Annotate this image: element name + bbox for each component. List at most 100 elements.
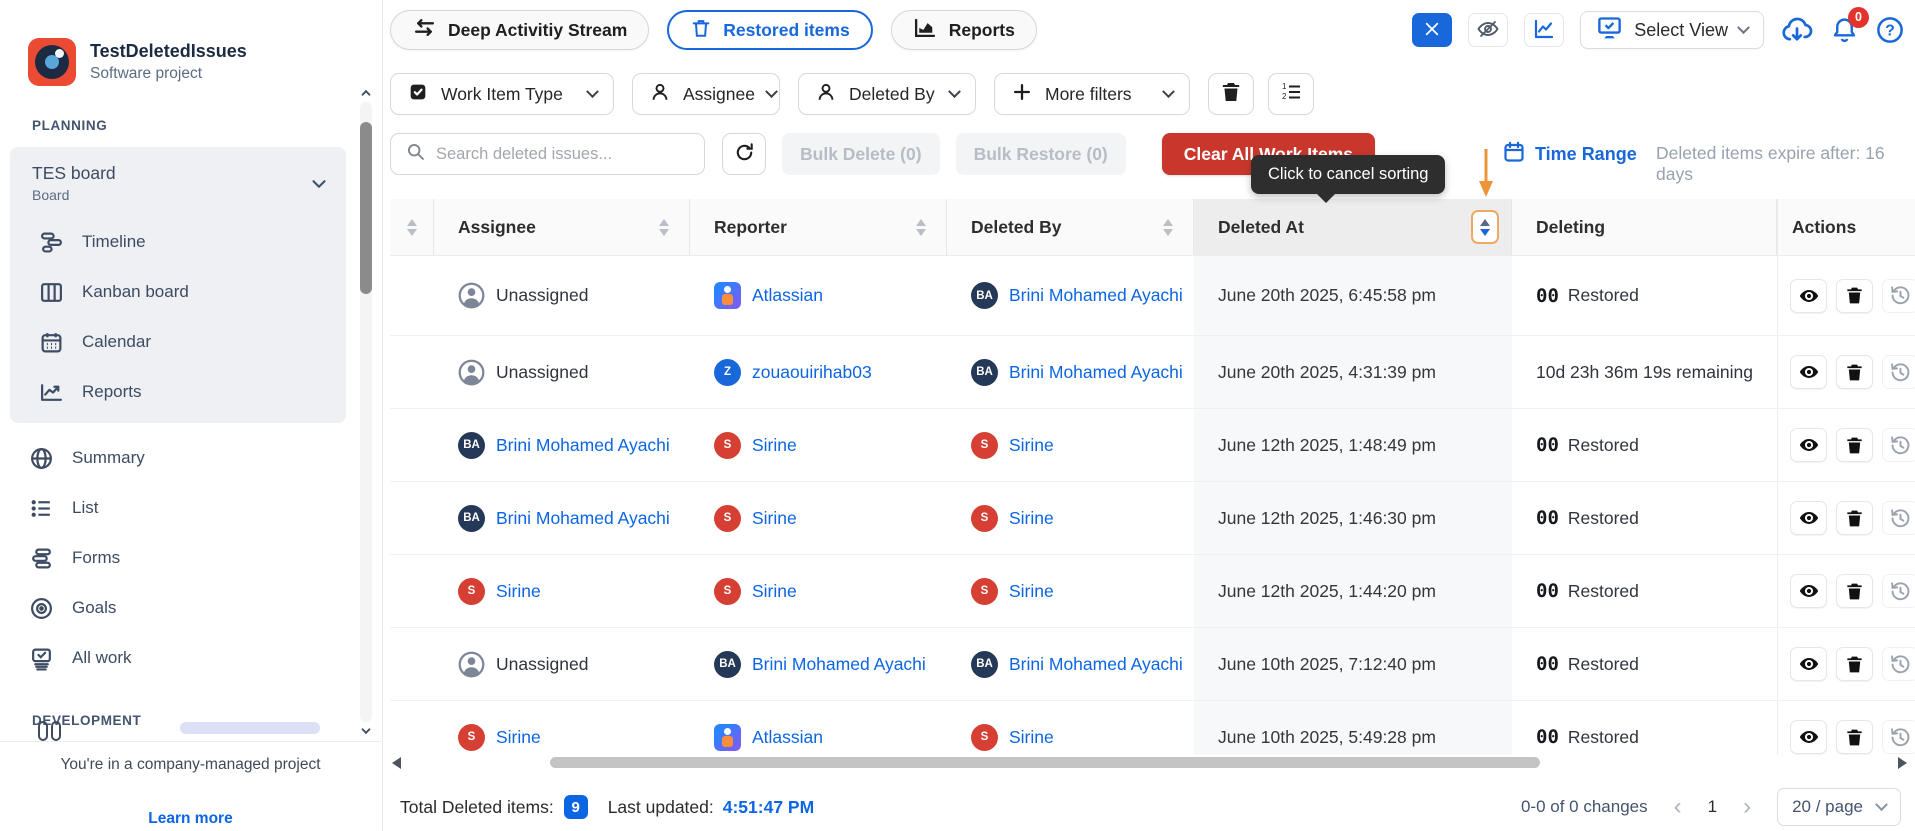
deleted-by-cell: S Sirine: [947, 555, 1194, 627]
deleting-cell: 00 Restored: [1512, 409, 1777, 481]
deleted-by-name[interactable]: Sirine: [1009, 727, 1054, 748]
assignee-filter[interactable]: Assignee: [632, 73, 780, 115]
view-item-button[interactable]: [1790, 574, 1827, 608]
plus-icon: [1011, 81, 1033, 108]
sort-control[interactable]: [659, 219, 669, 236]
refresh-button[interactable]: [722, 133, 766, 175]
sidebar-item-reports[interactable]: Reports: [10, 367, 346, 417]
scroll-left-icon[interactable]: [392, 757, 401, 769]
restored-items-button[interactable]: Restored items: [667, 10, 872, 50]
bulk-delete-button[interactable]: Bulk Delete (0): [782, 133, 940, 175]
avatar: BA: [458, 432, 485, 459]
delete-item-button[interactable]: [1836, 355, 1873, 389]
reporter-name[interactable]: zouaouirihab03: [752, 362, 872, 383]
assignee-cell: S Sirine: [434, 701, 690, 755]
sidebar-scrollbar[interactable]: [359, 86, 373, 738]
sidebar-item-goals[interactable]: Goals: [0, 583, 382, 633]
view-item-button[interactable]: [1790, 428, 1827, 462]
help-button[interactable]: ?: [1875, 15, 1905, 45]
scroll-up-icon[interactable]: [359, 86, 373, 100]
assignee-name[interactable]: Brini Mohamed Ayachi: [496, 508, 670, 529]
board-selector[interactable]: TES board Board: [10, 163, 346, 203]
reporter-name[interactable]: Brini Mohamed Ayachi: [752, 654, 926, 675]
scrollbar-thumb[interactable]: [550, 757, 1540, 768]
monitor-check-icon: [1596, 14, 1623, 46]
time-range-button[interactable]: Time Range: [1502, 140, 1637, 169]
trash-icon: [1844, 508, 1865, 529]
restore-item-button[interactable]: [1882, 428, 1915, 462]
total-count-badge: 9: [564, 795, 588, 819]
sidebar-item-summary[interactable]: Summary: [0, 433, 382, 483]
sidebar-item-timeline[interactable]: Timeline: [10, 217, 346, 267]
avatar: [458, 359, 485, 386]
reporter-name[interactable]: Sirine: [752, 581, 797, 602]
deleted-by-name[interactable]: Brini Mohamed Ayachi: [1009, 285, 1183, 306]
sidebar-item-list[interactable]: List: [0, 483, 382, 533]
deleted-by-filter[interactable]: Deleted By: [798, 73, 976, 115]
bulk-restore-button[interactable]: Bulk Restore (0): [956, 133, 1126, 175]
work-item-type-filter[interactable]: Work Item Type: [390, 73, 614, 115]
sidebar-item-partial[interactable]: [38, 716, 364, 741]
more-filters-button[interactable]: More filters: [994, 73, 1190, 115]
view-item-button[interactable]: [1790, 647, 1827, 681]
notifications-button[interactable]: 0: [1830, 16, 1859, 45]
delete-item-button[interactable]: [1836, 428, 1873, 462]
deleted-by-name[interactable]: Brini Mohamed Ayachi: [1009, 362, 1183, 383]
reporter-name[interactable]: Sirine: [752, 435, 797, 456]
delete-tool-button[interactable]: [1208, 73, 1254, 115]
active-sort-control[interactable]: [1471, 210, 1499, 244]
scroll-down-icon[interactable]: [359, 724, 373, 738]
sidebar-item-kanban-board[interactable]: Kanban board: [10, 267, 346, 317]
deleted-by-name[interactable]: Sirine: [1009, 581, 1054, 602]
lozenge: [180, 722, 320, 734]
restore-item-button[interactable]: [1882, 501, 1915, 535]
prev-page-button[interactable]: ‹: [1672, 795, 1684, 819]
deleted-by-name[interactable]: Sirine: [1009, 508, 1054, 529]
sort-control[interactable]: [1163, 219, 1173, 236]
restore-item-button[interactable]: [1882, 574, 1915, 608]
reporter-name[interactable]: Sirine: [752, 508, 797, 529]
reporter-name[interactable]: Atlassian: [752, 727, 823, 748]
restore-item-button[interactable]: [1882, 355, 1915, 389]
deep-activity-stream-button[interactable]: Deep Activitiy Stream: [390, 10, 649, 50]
delete-item-button[interactable]: [1836, 720, 1873, 754]
cloud-download-button[interactable]: [1780, 13, 1814, 47]
deleted-by-name[interactable]: Brini Mohamed Ayachi: [1009, 654, 1183, 675]
reporter-name[interactable]: Atlassian: [752, 285, 823, 306]
assignee-name[interactable]: Sirine: [496, 581, 541, 602]
delete-item-button[interactable]: [1836, 574, 1873, 608]
restore-item-button[interactable]: [1882, 720, 1915, 754]
hide-view-button[interactable]: [1468, 13, 1508, 47]
sort-control[interactable]: [916, 219, 926, 236]
sidebar-item-label: Kanban board: [82, 282, 189, 302]
search-input[interactable]: [436, 145, 690, 164]
view-item-button[interactable]: [1790, 720, 1827, 754]
close-button[interactable]: [1412, 13, 1452, 47]
delete-item-button[interactable]: [1836, 647, 1873, 681]
assignee-name[interactable]: Brini Mohamed Ayachi: [496, 435, 670, 456]
delete-item-button[interactable]: [1836, 279, 1873, 313]
scrollbar-thumb[interactable]: [360, 122, 372, 294]
deleted-by-name[interactable]: Sirine: [1009, 435, 1054, 456]
sidebar-item-all-work[interactable]: All work: [0, 633, 382, 683]
learn-more-link[interactable]: Learn more: [148, 810, 232, 828]
assignee-name[interactable]: Sirine: [496, 727, 541, 748]
sort-control[interactable]: [407, 219, 417, 236]
next-page-button[interactable]: ›: [1741, 795, 1753, 819]
sidebar-item-calendar[interactable]: Calendar: [10, 317, 346, 367]
restore-item-button[interactable]: [1882, 647, 1915, 681]
view-item-button[interactable]: [1790, 355, 1827, 389]
horizontal-scrollbar[interactable]: [390, 754, 1909, 770]
list-view-button[interactable]: 12: [1268, 73, 1314, 115]
restore-item-button[interactable]: [1882, 279, 1915, 313]
chart-view-button[interactable]: [1524, 13, 1564, 47]
sidebar-item-forms[interactable]: Forms: [0, 533, 382, 583]
view-item-button[interactable]: [1790, 501, 1827, 535]
page-size-select[interactable]: 20 / page: [1777, 788, 1901, 826]
select-view-dropdown[interactable]: Select View: [1580, 11, 1764, 49]
reports-button[interactable]: Reports: [891, 10, 1037, 50]
scroll-right-icon[interactable]: [1898, 757, 1907, 769]
view-item-button[interactable]: [1790, 279, 1827, 313]
delete-item-button[interactable]: [1836, 501, 1873, 535]
deleted-at-cell: June 12th 2025, 1:48:49 pm: [1194, 409, 1512, 481]
